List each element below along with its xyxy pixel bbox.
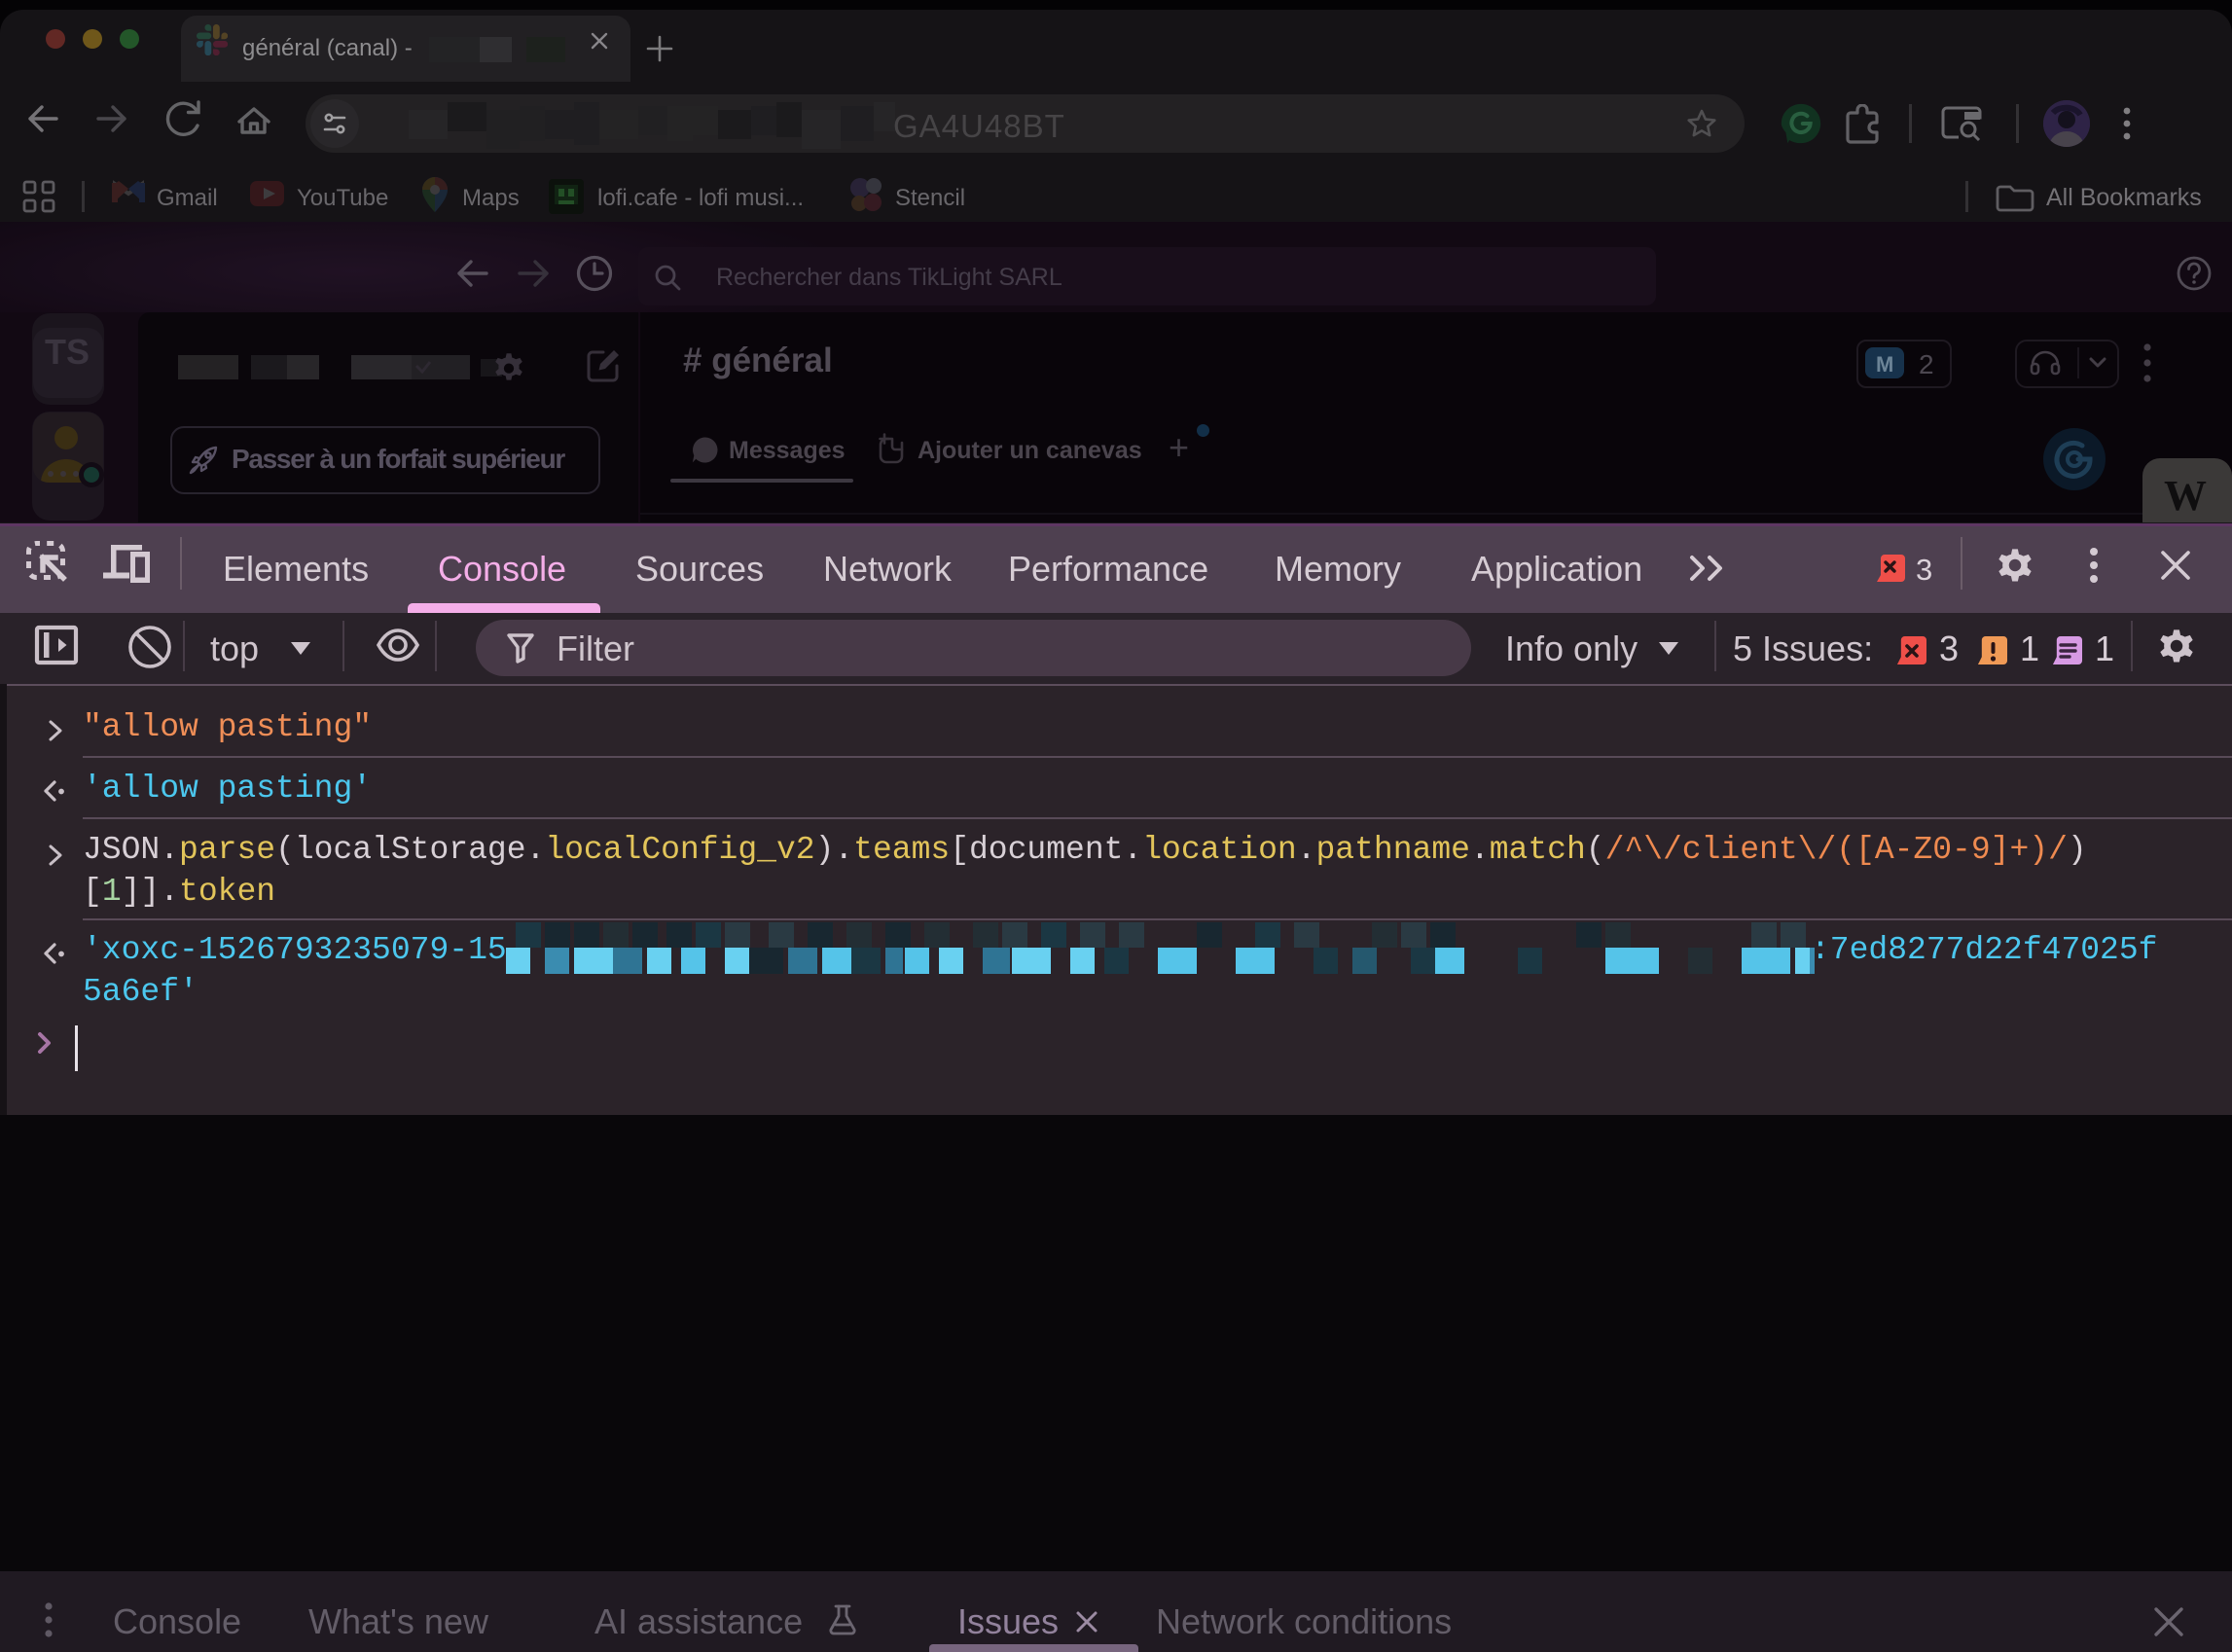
svg-text:3: 3: [1916, 553, 1932, 587]
